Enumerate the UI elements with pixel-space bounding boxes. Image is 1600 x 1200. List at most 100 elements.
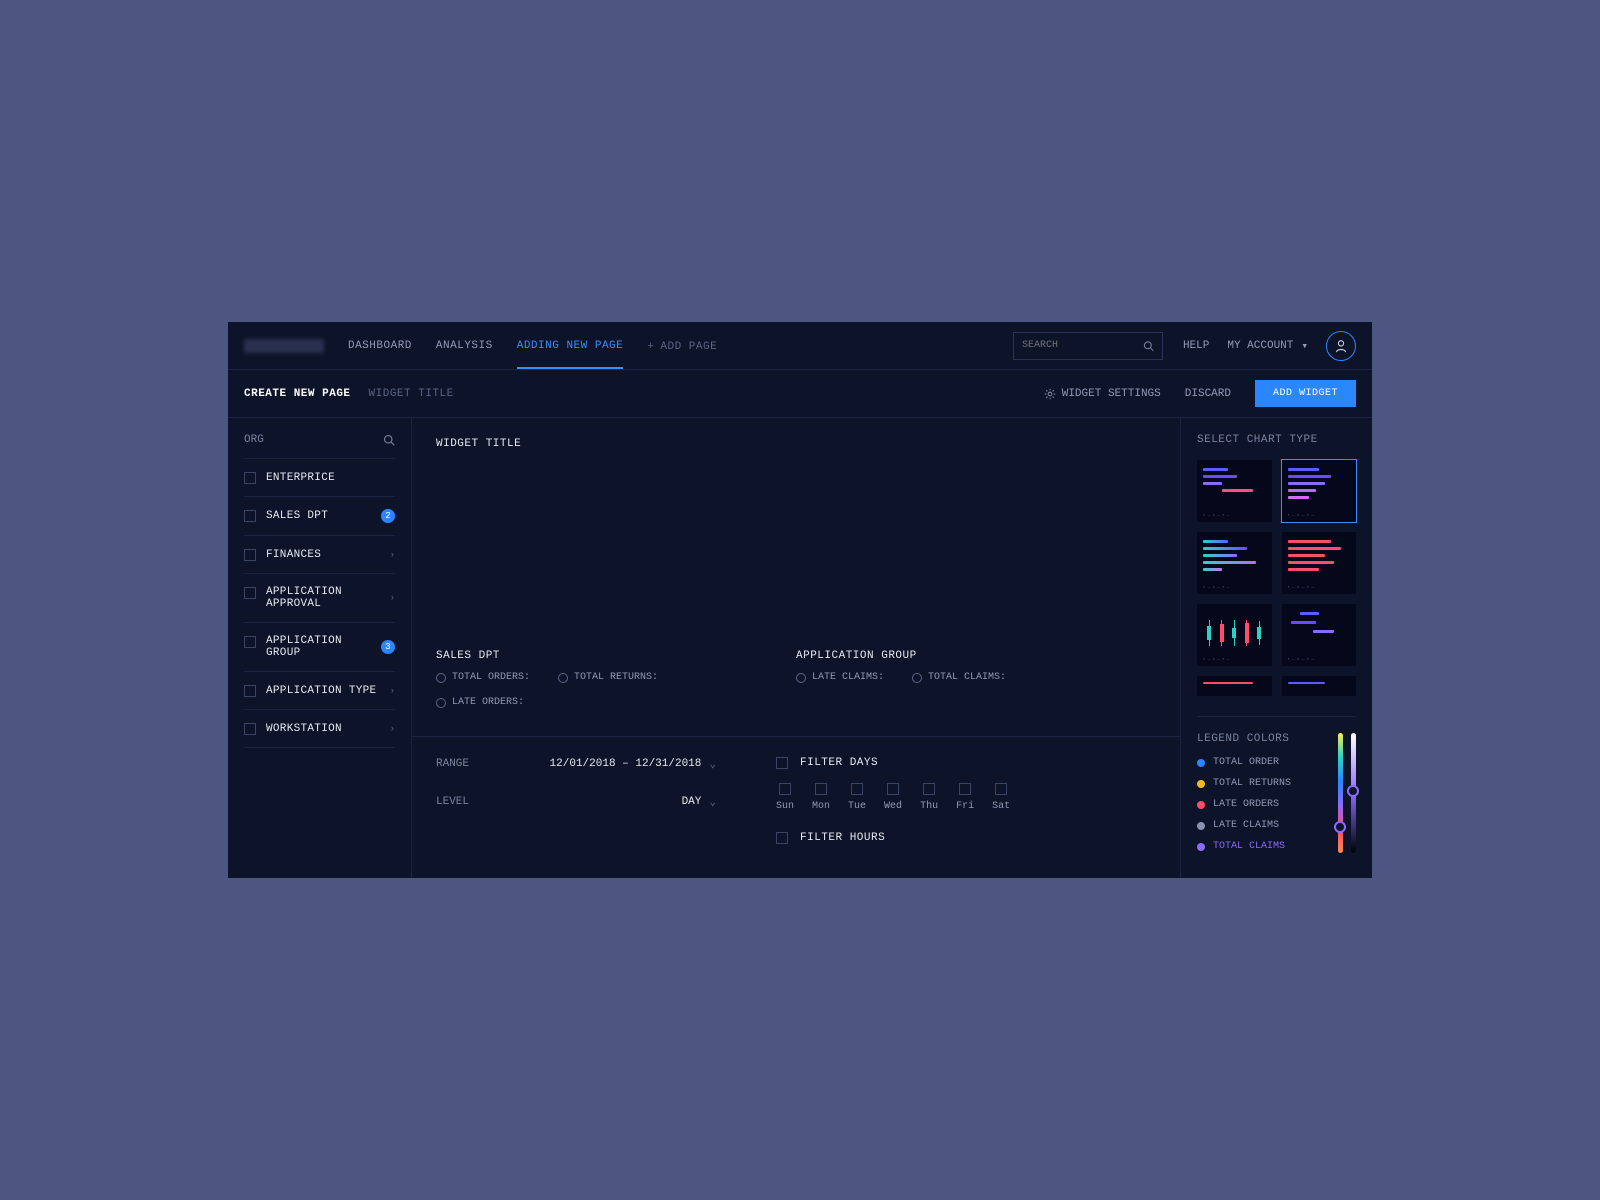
discard-link[interactable]: DISCARD: [1185, 388, 1231, 400]
day-wed[interactable]: Wed: [884, 783, 902, 812]
help-link[interactable]: HELP: [1183, 340, 1209, 352]
account-menu[interactable]: MY ACCOUNT ▾: [1227, 339, 1308, 353]
checkbox[interactable]: [244, 472, 256, 484]
radio-label: TOTAL RETURNS:: [574, 672, 658, 683]
add-widget-button[interactable]: ADD WIDGET: [1255, 380, 1356, 407]
range-row: RANGE 12/01/2018 – 12/31/2018 ⌄: [436, 757, 716, 771]
data-group-title: SALES DPT: [436, 650, 796, 662]
checkbox[interactable]: [815, 783, 827, 795]
sidebar-header: ORG: [244, 434, 395, 459]
chart-type-7[interactable]: [1197, 676, 1272, 696]
nav-adding-new-page[interactable]: ADDING NEW PAGE: [517, 323, 624, 369]
radio-late-claims[interactable]: LATE CLAIMS:: [796, 672, 884, 683]
user-icon: [1334, 339, 1348, 353]
nav-add-page[interactable]: + ADD PAGE: [647, 323, 717, 369]
chart-type-6[interactable]: ▪ — ▪ — ▪ —: [1282, 604, 1357, 666]
checkbox[interactable]: [779, 783, 791, 795]
account-label: MY ACCOUNT: [1227, 340, 1293, 352]
checkbox[interactable]: [244, 685, 256, 697]
sidebar-item-sales-dpt[interactable]: SALES DPT 2: [244, 497, 395, 536]
chevron-down-icon: ⌄: [709, 757, 716, 771]
legend-label: LATE CLAIMS: [1213, 820, 1279, 831]
chart-type-1[interactable]: ▪ — ▪ — ▪ —: [1197, 460, 1272, 522]
widget-area: WIDGET TITLE SALES DPT TOTAL ORDERS: TOT…: [412, 418, 1180, 736]
sidebar-item-application-group[interactable]: APPLICATION GROUP 3: [244, 623, 395, 672]
day-tue[interactable]: Tue: [848, 783, 866, 812]
day-fri[interactable]: Fri: [956, 783, 974, 812]
legend-dot: [1197, 822, 1205, 830]
checkbox[interactable]: [887, 783, 899, 795]
radio-total-claims[interactable]: TOTAL CLAIMS:: [912, 672, 1006, 683]
chart-type-title: SELECT CHART TYPE: [1197, 434, 1356, 446]
legend-total-claims[interactable]: TOTAL CLAIMS: [1197, 841, 1326, 852]
chart-type-8[interactable]: [1282, 676, 1357, 696]
radio-label: LATE ORDERS:: [452, 697, 524, 708]
avatar[interactable]: [1326, 331, 1356, 361]
controls-right: FILTER DAYS Sun Mon Tue Wed Thu Fri Sat …: [776, 757, 1156, 858]
day-sat[interactable]: Sat: [992, 783, 1010, 812]
search-icon[interactable]: [383, 434, 395, 446]
day-label: Sun: [776, 801, 794, 812]
filter-hours-toggle[interactable]: FILTER HOURS: [776, 832, 1156, 844]
radio-total-orders[interactable]: TOTAL ORDERS:: [436, 672, 530, 683]
chart-type-3[interactable]: ▪ — ▪ — ▪ —: [1197, 532, 1272, 594]
widget-settings-label: WIDGET SETTINGS: [1062, 388, 1161, 400]
legend-late-orders[interactable]: LATE ORDERS: [1197, 799, 1326, 810]
checkbox[interactable]: [995, 783, 1007, 795]
checkbox[interactable]: [244, 587, 256, 599]
sidebar-item-label: APPLICATION TYPE: [266, 685, 380, 697]
day-label: Wed: [884, 801, 902, 812]
checkbox[interactable]: [244, 510, 256, 522]
widget-settings-link[interactable]: WIDGET SETTINGS: [1044, 388, 1161, 400]
lightness-slider[interactable]: [1351, 733, 1356, 853]
day-sun[interactable]: Sun: [776, 783, 794, 812]
sidebar-item-label: SALES DPT: [266, 510, 371, 522]
legend-dot: [1197, 801, 1205, 809]
level-row: LEVEL DAY ⌄: [436, 795, 716, 809]
radio-group: LATE CLAIMS: TOTAL CLAIMS:: [796, 672, 1156, 683]
checkbox[interactable]: [776, 757, 788, 769]
chart-type-5[interactable]: ▪ — ▪ — ▪ —: [1197, 604, 1272, 666]
day-mon[interactable]: Mon: [812, 783, 830, 812]
nav-add-label: ADD PAGE: [660, 341, 717, 353]
checkbox[interactable]: [959, 783, 971, 795]
sidebar-item-workstation[interactable]: WORKSTATION ›: [244, 710, 395, 748]
legend-dot: [1197, 843, 1205, 851]
checkbox[interactable]: [776, 832, 788, 844]
center-panel: WIDGET TITLE SALES DPT TOTAL ORDERS: TOT…: [412, 418, 1180, 878]
legend-total-order[interactable]: TOTAL ORDER: [1197, 757, 1326, 768]
chart-type-2[interactable]: ▪ — ▪ — ▪ —: [1282, 460, 1357, 522]
checkbox[interactable]: [923, 783, 935, 795]
controls-left: RANGE 12/01/2018 – 12/31/2018 ⌄ LEVEL DA…: [436, 757, 716, 858]
legend-total-returns[interactable]: TOTAL RETURNS: [1197, 778, 1326, 789]
radio-icon: [912, 673, 922, 683]
checkbox[interactable]: [244, 636, 256, 648]
sidebar-item-application-type[interactable]: APPLICATION TYPE ›: [244, 672, 395, 710]
radio-late-orders[interactable]: LATE ORDERS:: [436, 697, 796, 708]
slider-handle[interactable]: [1347, 785, 1359, 797]
checkbox[interactable]: [851, 783, 863, 795]
legend-label: TOTAL ORDER: [1213, 757, 1279, 768]
color-sliders: [1338, 733, 1356, 862]
nav-analysis[interactable]: ANALYSIS: [436, 323, 493, 369]
day-label: Sat: [992, 801, 1010, 812]
checkbox[interactable]: [244, 723, 256, 735]
day-thu[interactable]: Thu: [920, 783, 938, 812]
nav-dashboard[interactable]: DASHBOARD: [348, 323, 412, 369]
radio-total-returns[interactable]: TOTAL RETURNS:: [558, 672, 658, 683]
filter-days-toggle[interactable]: FILTER DAYS: [776, 757, 1156, 769]
hue-slider[interactable]: [1338, 733, 1343, 853]
sidebar-item-application-approval[interactable]: APPLICATION APPROVAL ›: [244, 574, 395, 623]
checkbox[interactable]: [244, 549, 256, 561]
legend-late-claims[interactable]: LATE CLAIMS: [1197, 820, 1326, 831]
range-select[interactable]: 12/01/2018 – 12/31/2018 ⌄: [506, 757, 716, 771]
logo: [244, 339, 324, 353]
level-select[interactable]: DAY ⌄: [506, 795, 716, 809]
chart-type-4[interactable]: ▪ — ▪ — ▪ —: [1282, 532, 1357, 594]
widget-title: WIDGET TITLE: [436, 438, 1156, 450]
search-input[interactable]: [1022, 340, 1143, 351]
sidebar-item-enterprice[interactable]: ENTERPRICE: [244, 459, 395, 497]
slider-handle[interactable]: [1334, 821, 1346, 833]
search-box[interactable]: [1013, 332, 1163, 360]
sidebar-item-finances[interactable]: FINANCES ›: [244, 536, 395, 574]
